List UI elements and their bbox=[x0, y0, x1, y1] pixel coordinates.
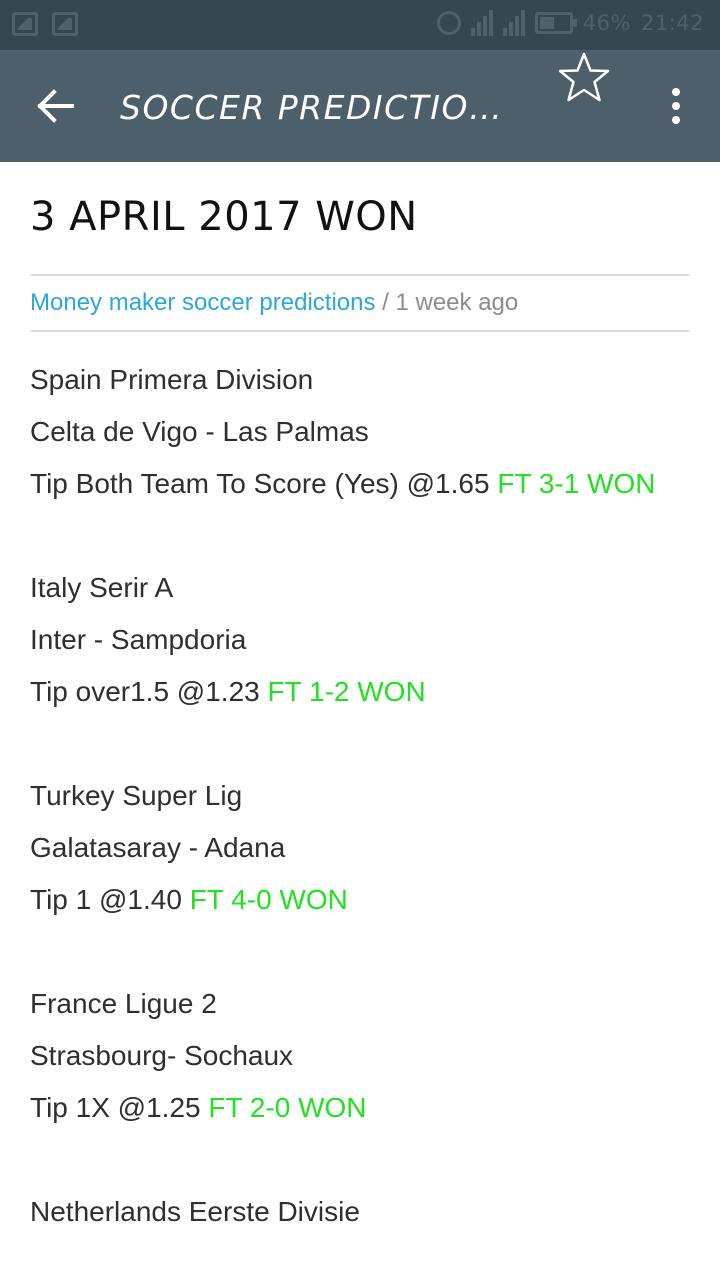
clock: 21:42 bbox=[640, 11, 704, 35]
battery-level: 46% bbox=[582, 11, 631, 35]
match-teams: Strasbourg- Sochaux bbox=[30, 1040, 294, 1071]
back-arrow-icon bbox=[37, 89, 74, 123]
author-link[interactable]: Money maker soccer predictions bbox=[30, 289, 375, 316]
alarm-icon bbox=[436, 11, 461, 35]
post-time: 1 week ago bbox=[395, 289, 519, 316]
match-tip: Tip over1.5 @1.23 FT 1-2 WON bbox=[30, 676, 426, 707]
league-name: Netherlands Eerste Divisie bbox=[30, 1196, 360, 1227]
match-tip: Tip 1 @1.40 FT 4-0 WON bbox=[30, 884, 348, 915]
star-outline-icon bbox=[558, 52, 610, 102]
match-result: FT 2-0 WON bbox=[208, 1092, 367, 1123]
league-name: Italy Serir A bbox=[30, 572, 174, 603]
post-content: 3 APRIL 2017 WON Money maker soccer pred… bbox=[30, 162, 690, 1238]
match-teams: Galatasaray - Adana bbox=[30, 832, 286, 863]
notification-icon bbox=[12, 12, 38, 36]
back-button[interactable] bbox=[30, 82, 80, 130]
notification-icons bbox=[12, 12, 78, 36]
league-name: Spain Primera Division bbox=[30, 364, 314, 395]
match-teams: Celta de Vigo - Las Palmas bbox=[30, 416, 369, 447]
match-tip: Tip Both Team To Score (Yes) @1.65 FT 3-… bbox=[30, 468, 656, 499]
battery-icon bbox=[534, 12, 577, 34]
signal-icon bbox=[470, 10, 493, 36]
more-vert-icon bbox=[672, 88, 680, 96]
more-options-button[interactable] bbox=[660, 84, 692, 128]
match-tip: Tip 1X @1.25 FT 2-0 WON bbox=[30, 1092, 367, 1123]
match-result: FT 1-2 WON bbox=[267, 676, 426, 707]
post-meta: Money maker soccer predictions / 1 week … bbox=[30, 276, 690, 330]
system-icons: 46% 21:42 bbox=[436, 10, 704, 36]
favorite-button[interactable] bbox=[556, 50, 612, 106]
image-icon bbox=[52, 12, 78, 36]
post-body: Spain Primera Division Celta de Vigo - L… bbox=[30, 354, 690, 1238]
match-result: FT 4-0 WON bbox=[189, 884, 348, 915]
league-name: Turkey Super Lig bbox=[30, 780, 243, 811]
match-teams: Inter - Sampdoria bbox=[30, 624, 247, 655]
divider bbox=[30, 330, 690, 332]
meta-separator: / bbox=[382, 289, 389, 316]
post-title: 3 APRIL 2017 WON bbox=[30, 194, 418, 240]
signal-icon-2 bbox=[502, 10, 525, 36]
match-result: FT 3-1 WON bbox=[497, 468, 656, 499]
app-bar: SOCCER PREDICTION... bbox=[0, 50, 720, 162]
status-bar: 46% 21:42 bbox=[0, 0, 720, 50]
league-name: France Ligue 2 bbox=[30, 988, 217, 1019]
page-title: SOCCER PREDICTION... bbox=[120, 88, 520, 127]
